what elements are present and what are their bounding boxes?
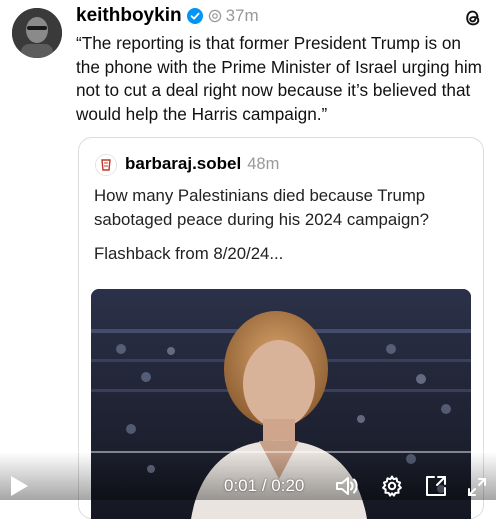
author-avatar[interactable] <box>12 8 62 58</box>
quoted-post-header: barbaraj.sobel 48m <box>125 154 279 174</box>
quoted-post-line-1: How many Palestinians died because Trump… <box>94 186 429 229</box>
quoted-post-line-2: Flashback from 8/20/24... <box>94 244 284 263</box>
play-icon[interactable] <box>8 474 30 503</box>
fullscreen-icon[interactable] <box>466 476 488 503</box>
post-timestamp: 37m <box>225 6 259 25</box>
volume-icon[interactable] <box>334 474 360 503</box>
video-duration: 0:20 <box>271 476 305 495</box>
video-time-separator: / <box>261 476 267 495</box>
quoted-author-username[interactable]: barbaraj.sobel <box>125 154 241 174</box>
repost-indicator-icon <box>208 9 222 23</box>
quoted-post-text: How many Palestinians died because Trump… <box>94 184 474 266</box>
picture-in-picture-icon[interactable] <box>424 474 448 503</box>
quoted-post-timestamp: 48m <box>247 155 280 173</box>
quoted-author-avatar[interactable] <box>95 154 117 176</box>
post-header: keithboykin 37m <box>76 4 259 28</box>
video-time-readout: 0:01 / 0:20 <box>224 476 304 496</box>
thread-post: keithboykin 37m “The reporting is that f… <box>0 0 496 519</box>
post-body-text: “The reporting is that former President … <box>76 33 483 124</box>
author-username[interactable]: keithboykin <box>76 5 182 27</box>
video-current-time: 0:01 <box>224 476 258 495</box>
video-progress-bar[interactable] <box>0 451 496 453</box>
gear-icon[interactable] <box>380 474 404 503</box>
threads-logo-icon[interactable] <box>462 7 484 29</box>
verified-badge-icon <box>186 8 203 24</box>
video-progress-fill <box>0 451 25 453</box>
